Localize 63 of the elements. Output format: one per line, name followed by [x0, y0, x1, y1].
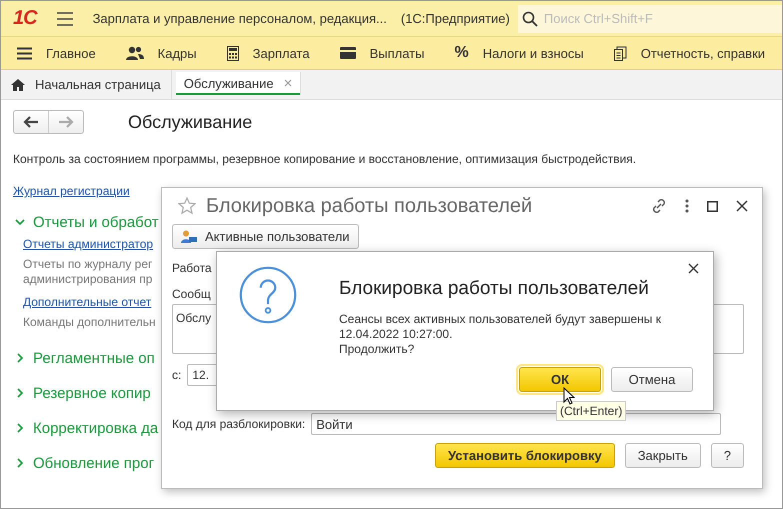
form-button[interactable]: Установить блокировку	[435, 443, 615, 468]
group-header[interactable]: Регламентные оп	[15, 347, 155, 369]
tab[interactable]: Начальная страница	[1, 70, 172, 99]
dialog-message: Сеансы всех активных пользователей будут завершены к 12.04.2022 10:27:00. Продолжить?	[339, 312, 661, 357]
close-icon[interactable]	[688, 263, 699, 274]
form-button[interactable]: ?	[710, 443, 744, 468]
dialog-button[interactable]: ОК	[519, 367, 601, 392]
back-icon[interactable]	[23, 116, 39, 128]
user-computer-icon	[181, 230, 197, 244]
calculator-icon	[226, 46, 239, 60]
field-label: с:	[172, 368, 182, 382]
section-item[interactable]: Зарплата	[226, 46, 310, 60]
chevron-icon	[15, 217, 25, 227]
dialog-button[interactable]: Отмена	[611, 367, 693, 392]
menu-icon[interactable]	[56, 12, 73, 26]
report-link[interactable]: Дополнительные отчет	[23, 295, 152, 309]
link[interactable]: Журнал регистрации	[13, 184, 130, 198]
description-text: Команды дополнительн	[23, 315, 156, 330]
chevron-icon	[15, 353, 25, 363]
field-label: Код для разблокировки:	[172, 417, 306, 431]
field-label: Сообщ	[172, 287, 211, 301]
home-icon	[11, 78, 25, 90]
search-field[interactable]: Поиск Ctrl+Shift+F	[518, 4, 782, 32]
documents-icon	[614, 46, 627, 60]
question-icon	[239, 266, 297, 324]
field-label: Работа	[172, 261, 212, 275]
chevron-icon	[15, 458, 25, 468]
section-item[interactable]: Выплаты	[340, 46, 424, 60]
window-title: Зарплата и управление персоналом, редакция...	[92, 11, 387, 26]
dialog-title: Блокировка работы пользователей	[339, 278, 650, 300]
people-icon	[126, 46, 144, 60]
close-icon[interactable]	[736, 200, 748, 212]
maximize-icon[interactable]	[707, 200, 718, 212]
percent-icon: %	[454, 44, 469, 62]
section-item[interactable]: Кадры	[126, 46, 197, 60]
group-header[interactable]: Отчеты и обработ	[15, 211, 159, 233]
active-users-button[interactable]: Активные пользователи	[172, 224, 359, 249]
link-icon[interactable]	[651, 198, 667, 214]
menu-icon	[17, 46, 32, 60]
star-icon[interactable]	[178, 197, 196, 215]
cursor-icon	[563, 387, 575, 405]
group-header[interactable]: Резервное копир	[15, 382, 151, 404]
tooltip: (Ctrl+Enter)	[556, 401, 626, 421]
form-button[interactable]: Закрыть	[624, 443, 701, 468]
app-logo: 1С	[13, 7, 37, 30]
chevron-icon	[15, 423, 25, 433]
section-item[interactable]: Главное	[17, 46, 96, 60]
page-description: Контроль за состоянием программы, резервное копирование и восстановление, оптимизация быстродействия.	[13, 152, 638, 166]
page-title: Обслуживание	[128, 112, 252, 132]
chevron-icon	[15, 388, 25, 398]
search-input[interactable]: Поиск Ctrl+Shift+F	[542, 10, 746, 27]
section-item[interactable]: % Налоги и взносы	[454, 44, 584, 62]
more-icon[interactable]	[685, 199, 689, 213]
section-item[interactable]: Отчетность, справки	[614, 46, 766, 60]
tab[interactable]: Обслуживание ×	[176, 72, 302, 95]
search-icon	[522, 10, 538, 26]
description-text: Отчеты по журналу рег администрирования пр	[23, 257, 152, 287]
group-header[interactable]: Обновление прог	[15, 452, 154, 474]
app-name: (1С:Предприятие)	[400, 11, 510, 26]
group-header[interactable]: Корректировка да	[15, 417, 158, 439]
card-icon	[340, 47, 356, 59]
report-link[interactable]: Отчеты администратор	[23, 237, 154, 251]
window-title: Блокировка работы пользователей	[206, 194, 532, 218]
